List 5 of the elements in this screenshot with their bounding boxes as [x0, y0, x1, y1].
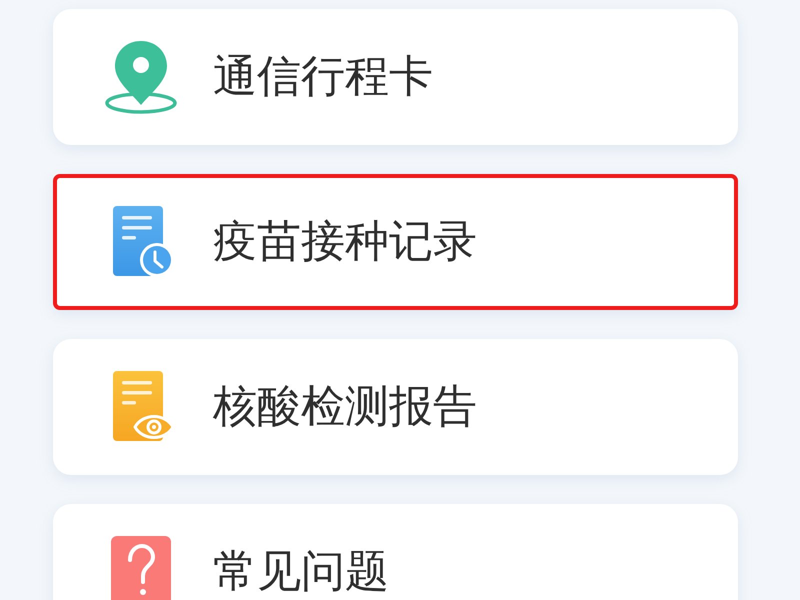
menu-item[interactable]: 通信行程卡 [53, 9, 738, 145]
menu-item[interactable]: 常见问题 [53, 504, 738, 600]
location-pin-icon [105, 39, 177, 115]
menu-item[interactable]: 核酸检测报告 [53, 339, 738, 475]
menu-item[interactable]: 疫苗接种记录 [53, 174, 738, 310]
